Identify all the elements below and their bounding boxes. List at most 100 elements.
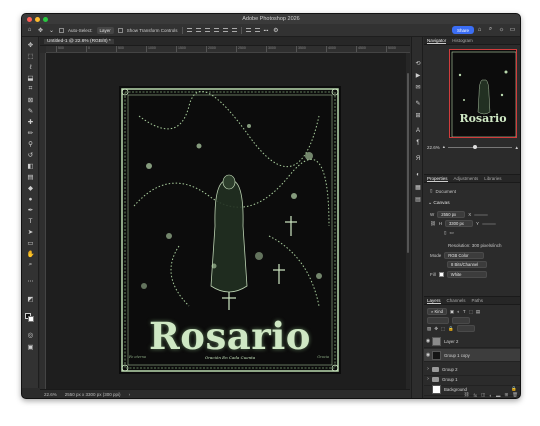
opacity-field[interactable] xyxy=(452,317,470,324)
filter-adjustment-icon[interactable]: ◐ xyxy=(457,309,460,314)
canvas-vertical-scrollbar[interactable] xyxy=(406,53,410,389)
zoom-out-icon[interactable]: ▴ xyxy=(443,144,445,150)
brushes-icon[interactable]: ✎ xyxy=(414,99,422,107)
align-bottom-icon[interactable] xyxy=(204,28,210,32)
path-selection-tool-icon[interactable]: ➤ xyxy=(26,228,35,236)
rectangle-tool-icon[interactable]: ▭ xyxy=(26,239,35,247)
pen-tool-icon[interactable]: ✒ xyxy=(26,206,35,214)
eyedropper-tool-icon[interactable]: ✎ xyxy=(26,107,35,115)
gradient-tool-icon[interactable]: ▤ xyxy=(26,173,35,181)
learn-icon[interactable]: ⌂ xyxy=(476,26,483,33)
history-icon[interactable]: ⟲ xyxy=(414,59,422,67)
object-select-tool-icon[interactable]: ⬓ xyxy=(26,74,35,82)
fill-color-swatch[interactable] xyxy=(438,272,444,277)
tab-histogram[interactable]: Histogram xyxy=(452,38,473,43)
frame-tool-icon[interactable]: ⊠ xyxy=(26,96,35,104)
align-middle-icon[interactable] xyxy=(195,28,201,32)
zoom-slider-knob[interactable] xyxy=(473,144,478,149)
eraser-tool-icon[interactable]: ◧ xyxy=(26,162,35,170)
quick-mask-icon[interactable]: ◎ xyxy=(26,331,35,339)
more-options-button[interactable]: ••• xyxy=(264,28,269,33)
brush-tool-icon[interactable]: ✏ xyxy=(26,129,35,137)
y-field[interactable] xyxy=(481,222,496,225)
distribute-horizontal-icon[interactable] xyxy=(254,28,260,32)
width-field[interactable]: 2550 px xyxy=(437,211,466,218)
x-field[interactable] xyxy=(474,213,489,216)
filter-pixel-icon[interactable]: ▣ xyxy=(450,309,454,315)
chevron-right-icon[interactable]: › xyxy=(424,376,432,382)
navigator-zoom-value[interactable]: 22.6% xyxy=(427,145,440,150)
poster-artwork[interactable]: Rosario Fe eterna Oración En Cada Cuenta… xyxy=(119,86,341,374)
horizontal-ruler[interactable]: 500 0 500 1000 1500 2000 2500 3000 3500 … xyxy=(46,46,410,53)
crop-tool-icon[interactable]: ⌗ xyxy=(26,85,35,93)
bit-depth-select[interactable]: 8 Bits/Channel xyxy=(447,261,487,268)
search-icon[interactable]: ⌕ xyxy=(487,26,494,33)
align-center-icon[interactable] xyxy=(222,28,228,32)
filter-type-icon[interactable]: T xyxy=(463,309,466,314)
lock-artboard-icon[interactable]: ⬚ xyxy=(441,326,445,332)
height-field[interactable]: 3300 px xyxy=(444,220,473,227)
fill-select[interactable]: White xyxy=(446,271,487,278)
workspace-icon[interactable]: ▭ xyxy=(509,26,516,33)
chevron-right-icon[interactable]: › xyxy=(129,392,131,397)
layer-name[interactable]: Group 2 xyxy=(442,367,458,372)
blur-tool-icon[interactable]: ◆ xyxy=(26,184,35,192)
screen-mode-icon[interactable]: ▣ xyxy=(26,343,35,351)
align-left-icon[interactable] xyxy=(213,28,219,32)
mode-select[interactable]: RGB Color xyxy=(444,252,485,259)
canvas-section-header[interactable]: ⌄ Canvas xyxy=(428,201,450,206)
gear-icon[interactable]: ⚙ xyxy=(272,27,279,34)
document-tab[interactable]: Untitled-1 @ 22.6% (RGB/8) * xyxy=(44,38,114,44)
blend-mode-select[interactable] xyxy=(427,317,449,324)
hand-tool-icon[interactable]: ✋ xyxy=(26,250,35,258)
layer-comps-icon[interactable]: ▤ xyxy=(414,195,422,203)
tab-adjustments[interactable]: Adjustments xyxy=(454,176,479,181)
new-group-icon[interactable]: ▬ xyxy=(496,393,501,398)
adjustment-layer-icon[interactable]: ◐ xyxy=(489,393,492,398)
lock-position-icon[interactable]: ✥ xyxy=(434,326,438,332)
align-right-icon[interactable] xyxy=(231,28,237,32)
tab-libraries[interactable]: Libraries xyxy=(484,176,501,181)
eye-icon[interactable]: ◉ xyxy=(424,352,432,358)
layer-name[interactable]: Group 1 copy xyxy=(444,353,470,358)
layer-row[interactable]: ◉ Group 1 copy xyxy=(424,349,520,362)
type-tool-icon[interactable]: T xyxy=(26,217,35,225)
zoom-tool-icon[interactable]: ⌕ xyxy=(26,261,35,269)
chevron-right-icon[interactable]: › xyxy=(424,366,432,372)
character-icon[interactable]: A xyxy=(414,127,422,135)
healing-brush-tool-icon[interactable]: ✚ xyxy=(26,118,35,126)
background-color-swatch[interactable] xyxy=(28,316,34,322)
layer-row[interactable]: ◉ Layer 2 xyxy=(424,335,520,348)
dodge-tool-icon[interactable]: ● xyxy=(26,195,35,203)
fx-icon[interactable]: fx xyxy=(474,393,478,398)
comments-icon[interactable]: ✉ xyxy=(414,83,422,91)
link-icon[interactable]: ⛓ xyxy=(430,221,436,227)
discover-icon[interactable]: ☼ xyxy=(498,26,505,33)
home-icon[interactable]: ⌂ xyxy=(26,27,33,34)
eye-icon[interactable]: ◉ xyxy=(424,338,432,344)
share-button[interactable]: Share xyxy=(451,26,474,34)
show-transform-checkbox[interactable] xyxy=(117,27,123,33)
distribute-icon[interactable] xyxy=(245,28,251,32)
tab-layers[interactable]: Layers xyxy=(427,298,441,304)
glyphs-icon[interactable]: Я xyxy=(414,155,422,163)
edit-toolbar-icon[interactable]: ⋯ xyxy=(26,277,35,285)
portrait-icon[interactable]: ▯ xyxy=(444,230,446,236)
auto-select-checkbox[interactable] xyxy=(59,27,64,33)
lasso-tool-icon[interactable]: ℓ xyxy=(26,63,35,71)
align-top-icon[interactable] xyxy=(186,28,192,32)
move-tool-icon[interactable]: ✥ xyxy=(37,27,44,34)
trash-icon[interactable]: 🗑 xyxy=(512,392,518,398)
move-tool-icon[interactable]: ✥ xyxy=(26,41,35,49)
kind-filter-select[interactable]: ⌕ Kind xyxy=(427,308,447,315)
filter-smart-icon[interactable]: ▤ xyxy=(476,309,480,315)
marquee-tool-icon[interactable]: ⬚ xyxy=(26,52,35,60)
actions-icon[interactable]: ▶ xyxy=(414,71,422,79)
add-mask-icon[interactable]: ◫ xyxy=(481,392,485,398)
zoom-level[interactable]: 22.6% xyxy=(44,392,57,397)
swatches-icon[interactable]: ⊞ xyxy=(414,111,422,119)
link-layers-icon[interactable]: ⛓ xyxy=(464,392,470,398)
tab-channels[interactable]: Channels xyxy=(447,298,466,303)
chevron-down-icon[interactable]: ⌄ xyxy=(48,27,55,34)
scrollbar-thumb[interactable] xyxy=(407,73,409,253)
